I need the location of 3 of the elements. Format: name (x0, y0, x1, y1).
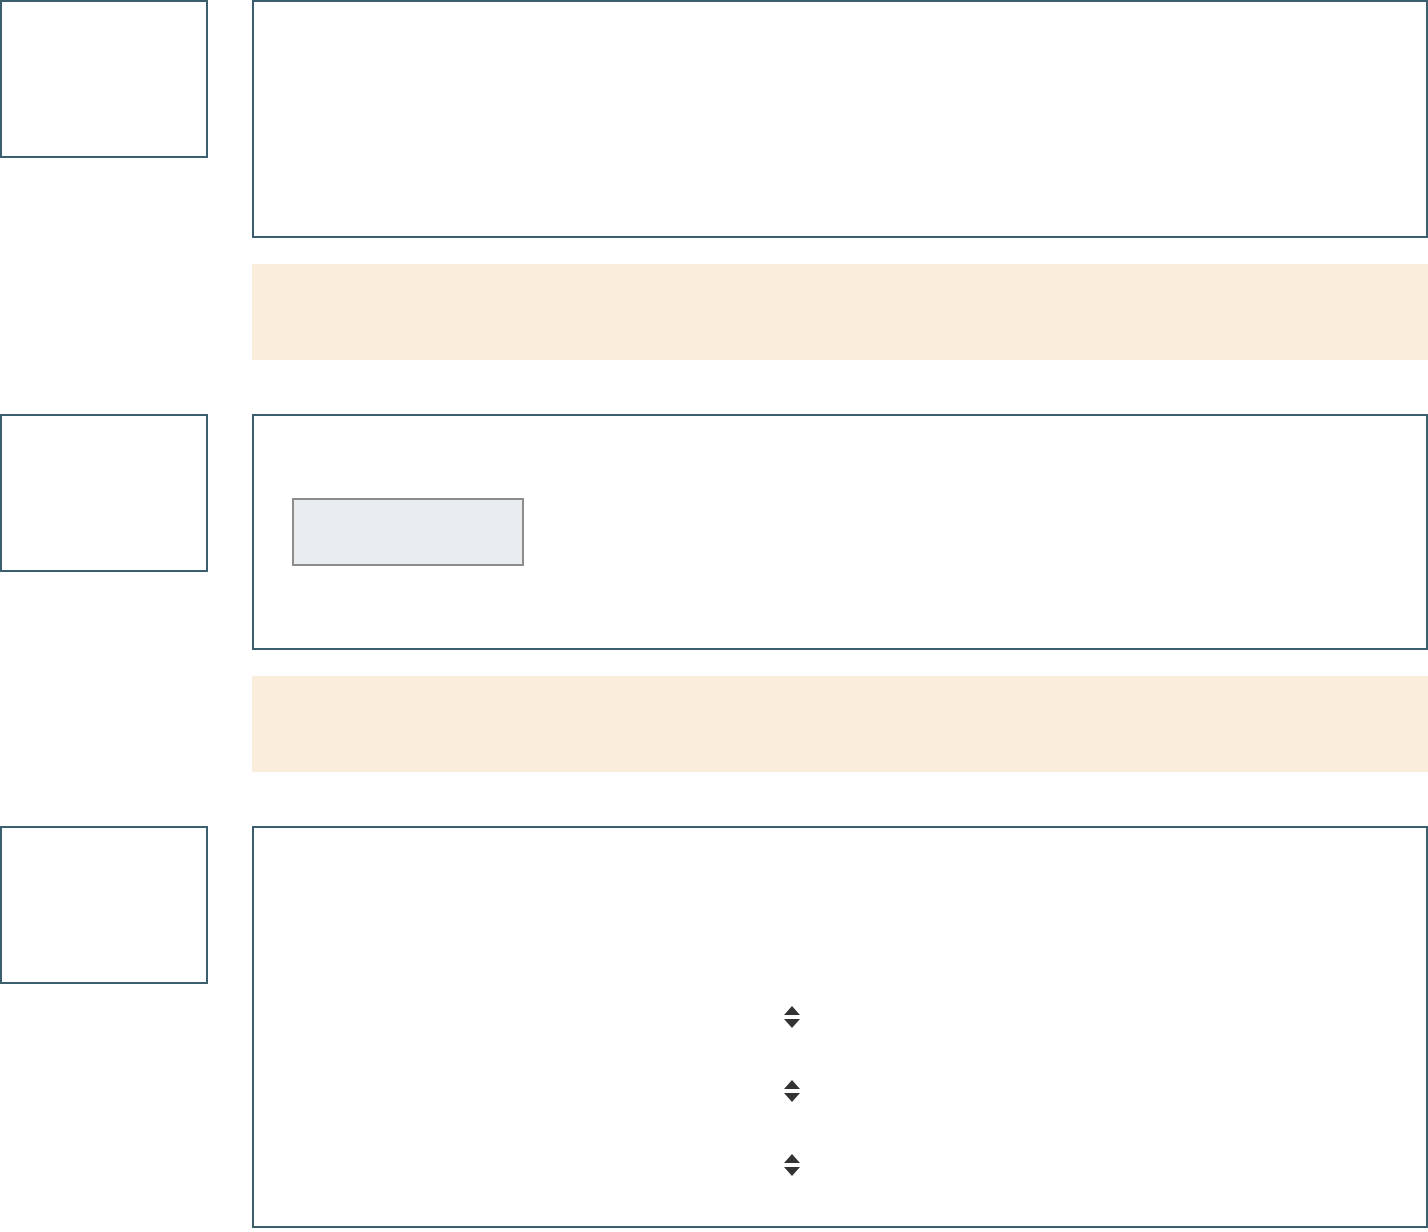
sort-icon[interactable] (784, 1080, 800, 1102)
sort-icon[interactable] (784, 1154, 800, 1176)
sort-icon[interactable] (784, 1006, 800, 1028)
